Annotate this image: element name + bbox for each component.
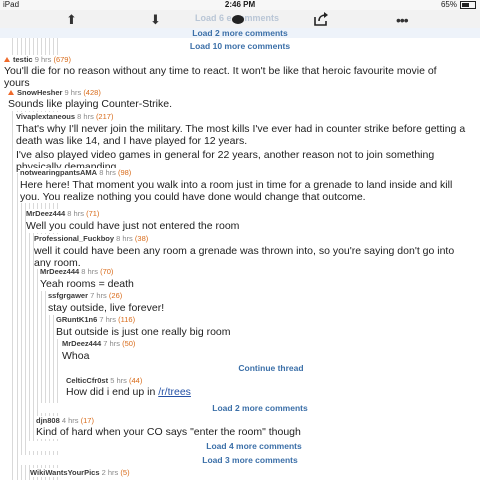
more-icon[interactable]: ••• <box>396 12 409 28</box>
comment-score: (5) <box>120 468 130 477</box>
battery-percent: 65% <box>440 0 457 9</box>
comment-time: 9 hrs <box>64 88 82 97</box>
comment-author[interactable]: WikiWantsYourPics <box>30 468 100 477</box>
comment-score: (116) <box>118 315 136 324</box>
comment-time: 7 hrs <box>99 315 117 324</box>
comment-text: That's why I'll never join the military.… <box>16 123 466 147</box>
comment-text: Yeah rooms = death <box>40 278 134 290</box>
comment: MrDeez444 8 hrs (70) Yeah rooms = death <box>40 267 480 291</box>
comment-time: 9 hrs <box>34 55 52 64</box>
comment-author[interactable]: ssfgrgawer <box>48 291 88 300</box>
comment-time: 7 hrs <box>103 339 120 348</box>
status-bar: iPad 2:46 PM 65% <box>0 0 480 10</box>
load-more-link[interactable]: Load 2 more comments <box>0 28 480 38</box>
comment-time: 8 hrs <box>81 267 98 276</box>
comment-text: Here here! That moment you walk into a r… <box>20 179 453 203</box>
comment-author[interactable]: CelticCfr0st <box>66 376 108 385</box>
comment-score: (679) <box>53 55 71 64</box>
comment-time: 2 hrs <box>101 468 119 477</box>
comment: notwearingpantsAMA 8 hrs (98) Here here!… <box>20 168 480 203</box>
comment-score: (71) <box>86 209 100 218</box>
load-more-link[interactable]: Load 3 more comments <box>20 455 480 465</box>
battery-indicator: 65% <box>441 0 476 10</box>
comment-text: How did i end up in <box>66 386 159 398</box>
comment: MrDeez444 8 hrs (71) Well you could have… <box>26 209 480 233</box>
comment-score: (38) <box>134 234 149 243</box>
comment-text: well it could have been any room a grena… <box>34 245 455 269</box>
comment-author[interactable]: testic <box>13 55 33 64</box>
clock: 2:46 PM <box>224 0 256 9</box>
comment-score: (70) <box>100 267 114 276</box>
comment-time: 8 hrs <box>116 234 133 243</box>
continue-thread-link[interactable]: Continue thread <box>62 363 480 373</box>
comment-text: stay outside, live forever! <box>48 302 165 314</box>
upvote-icon[interactable] <box>4 57 10 62</box>
comment-time: 8 hrs <box>77 112 94 121</box>
comment-score: (217) <box>95 112 114 121</box>
comment-text: Sounds like playing Counter-Strike. <box>8 98 173 110</box>
comment-author[interactable]: SnowHesher <box>17 88 62 97</box>
load-more-link[interactable]: Load 4 more comments <box>28 441 480 451</box>
comment-text: Kind of hard when your CO says "enter th… <box>36 426 301 438</box>
comment: Professional_Fuckboy 8 hrs (38) well it … <box>34 234 480 269</box>
comment-time: 5 hrs <box>110 376 127 385</box>
comment-score: (98) <box>117 168 132 177</box>
comment: Vivaplextaneous 8 hrs (217) That's why I… <box>16 112 480 173</box>
comment-time: 4 hrs <box>61 416 79 425</box>
comment: GRuntK1n6 7 hrs (116) But outside is jus… <box>56 315 480 339</box>
down-arrow-icon[interactable]: ⬇ <box>150 12 161 28</box>
battery-icon <box>460 1 476 9</box>
comment-score: (44) <box>128 376 143 385</box>
comment-text: Whoa <box>62 350 90 362</box>
comment-bubble-icon[interactable] <box>232 15 244 24</box>
comment: WikiWantsYourPics 2 hrs (5) <box>30 468 480 477</box>
comment-time: 8 hrs <box>99 168 116 177</box>
comment: SnowHesher 9 hrs (428) Sounds like playi… <box>8 88 480 111</box>
load-more-link[interactable]: Load 10 more comments <box>0 41 480 51</box>
load-more-link[interactable]: Load 2 more comments <box>40 403 480 413</box>
comment: testic 9 hrs (679) You'll die for no rea… <box>4 55 480 89</box>
comment-time: 7 hrs <box>90 291 107 300</box>
comment: CelticCfr0st 5 hrs (44) How did i end up… <box>66 376 480 399</box>
comment-time: 8 hrs <box>67 209 84 218</box>
comment: MrDeez444 7 hrs (50) Whoa <box>62 339 480 363</box>
comment-author[interactable]: MrDeez444 <box>40 267 79 276</box>
comment-author[interactable]: MrDeez444 <box>26 209 65 218</box>
comment-text: But outside is just one really big room <box>56 326 231 338</box>
comment-score: (50) <box>122 339 136 348</box>
upvote-icon[interactable] <box>8 90 14 95</box>
comment-author[interactable]: MrDeez444 <box>62 339 101 348</box>
comment-score: (428) <box>83 88 101 97</box>
comment: ssfgrgawer 7 hrs (26) stay outside, live… <box>48 291 480 315</box>
comment-author[interactable]: djn808 <box>36 416 60 425</box>
up-arrow-icon[interactable]: ⬆ <box>66 12 77 28</box>
comment-text: You'll die for no reason without any tim… <box>4 65 437 89</box>
comment-author[interactable]: Professional_Fuckboy <box>34 234 114 243</box>
comment-text: Well you could have just not entered the… <box>26 220 240 232</box>
comment-author[interactable]: GRuntK1n6 <box>56 315 97 324</box>
comment-score: (26) <box>108 291 123 300</box>
comment: djn808 4 hrs (17) Kind of hard when your… <box>36 416 480 439</box>
subreddit-link[interactable]: /r/trees <box>158 386 191 398</box>
comment-score: (17) <box>80 416 94 425</box>
comment-author[interactable]: notwearingpantsAMA <box>20 168 97 177</box>
comment-author[interactable]: Vivaplextaneous <box>16 112 75 121</box>
